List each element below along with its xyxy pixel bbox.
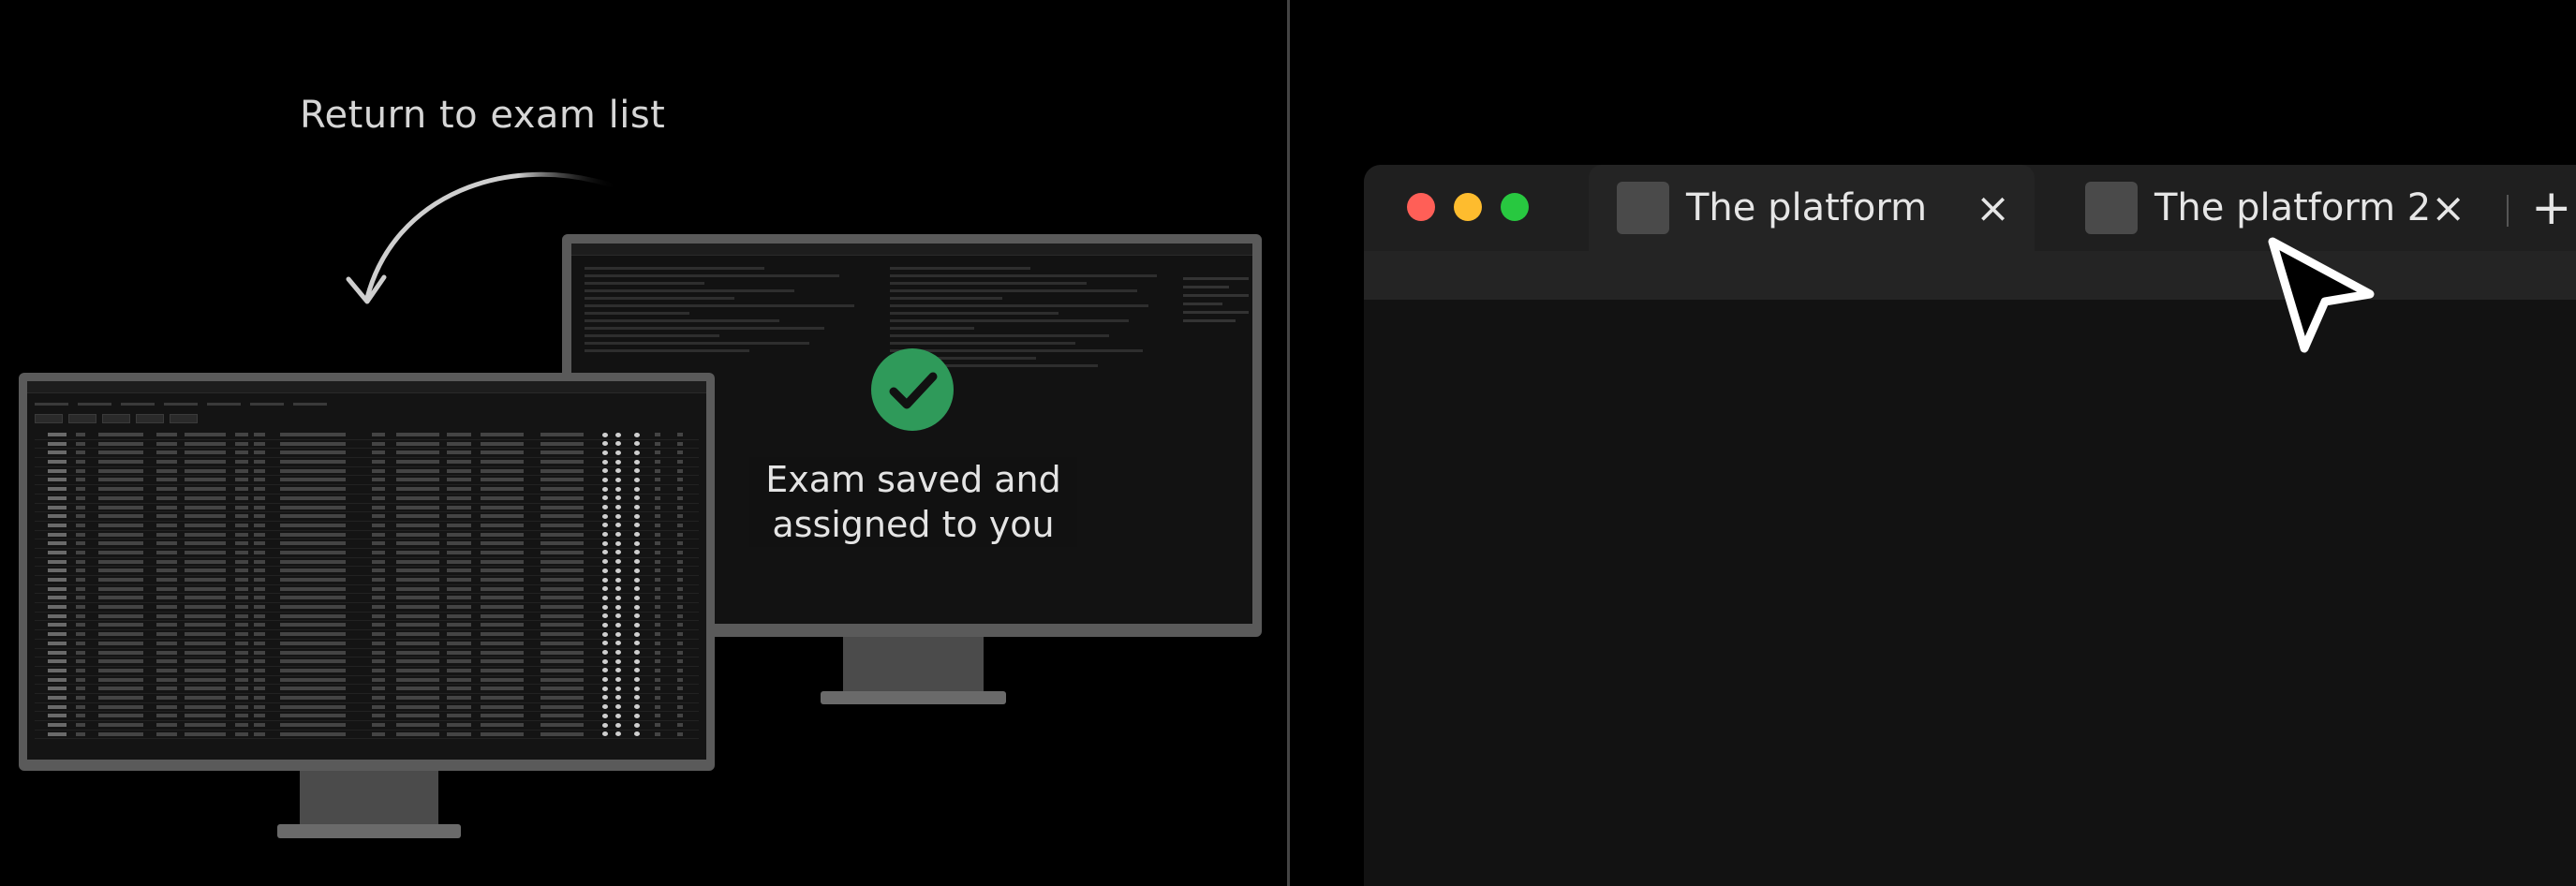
table-row (35, 549, 699, 558)
monitor-foot-back (821, 691, 1006, 704)
table-row (35, 657, 699, 667)
favicon-icon (1617, 182, 1669, 234)
table-row (35, 712, 699, 721)
mouse-cursor-icon (2268, 237, 2375, 353)
table-row (35, 567, 699, 576)
table-row (35, 694, 699, 703)
favicon-icon (2085, 182, 2138, 234)
monitor-foot-front (277, 824, 461, 838)
monitor-stand-front (300, 771, 438, 827)
close-tab-icon[interactable]: × (1976, 185, 2010, 232)
table-row (35, 449, 699, 459)
table-row (35, 476, 699, 486)
new-tab-button[interactable]: + (2531, 180, 2572, 236)
exam-saved-caption: Exam saved and assigned to you (749, 457, 1077, 547)
table-row (35, 721, 699, 731)
minimize-window-button[interactable] (1454, 193, 1482, 221)
table-row (35, 558, 699, 568)
table-row (35, 731, 699, 740)
monitor-stand-back (843, 637, 984, 693)
maximize-window-button[interactable] (1501, 193, 1529, 221)
table-row (35, 467, 699, 477)
return-to-exam-list-caption: Return to exam list (300, 94, 666, 137)
table-row (35, 531, 699, 540)
tab-the-platform[interactable]: The platform × (1589, 165, 2035, 251)
table-row (35, 630, 699, 640)
tab-title: The platform (1686, 186, 1928, 229)
table-row (35, 576, 699, 585)
panel-divider (1287, 0, 1290, 886)
tab-strip: The platform × The platform 2 × + (1364, 165, 2576, 251)
saved-caption-line-2: assigned to you (772, 504, 1055, 545)
check-circle-icon (871, 348, 954, 431)
table-row (35, 585, 699, 595)
exam-list-screen (27, 381, 706, 760)
table-row (35, 676, 699, 686)
table-row (35, 621, 699, 631)
browser-window: The platform × The platform 2 × + (1364, 165, 2576, 886)
table-row (35, 539, 699, 549)
tab-title: The platform 2 (2154, 186, 2432, 229)
table-row (35, 640, 699, 649)
browser-toolbar (1364, 251, 2576, 300)
table-row (35, 431, 699, 440)
table-row (35, 613, 699, 622)
table-row (35, 440, 699, 450)
table-row (35, 649, 699, 658)
table-row (35, 504, 699, 513)
table-row (35, 685, 699, 694)
table-row (35, 495, 699, 504)
table-row (35, 485, 699, 495)
table-row (35, 512, 699, 522)
exam-list-table (35, 431, 699, 740)
exam-list-monitor (19, 373, 715, 771)
table-row (35, 594, 699, 604)
table-row (35, 458, 699, 467)
saved-caption-line-1: Exam saved and (765, 459, 1061, 500)
close-tab-icon[interactable]: × (2431, 185, 2465, 232)
table-row (35, 522, 699, 531)
table-row (35, 703, 699, 713)
close-window-button[interactable] (1407, 193, 1435, 221)
table-row (35, 603, 699, 613)
table-row (35, 667, 699, 676)
tab-separator (2507, 195, 2509, 227)
